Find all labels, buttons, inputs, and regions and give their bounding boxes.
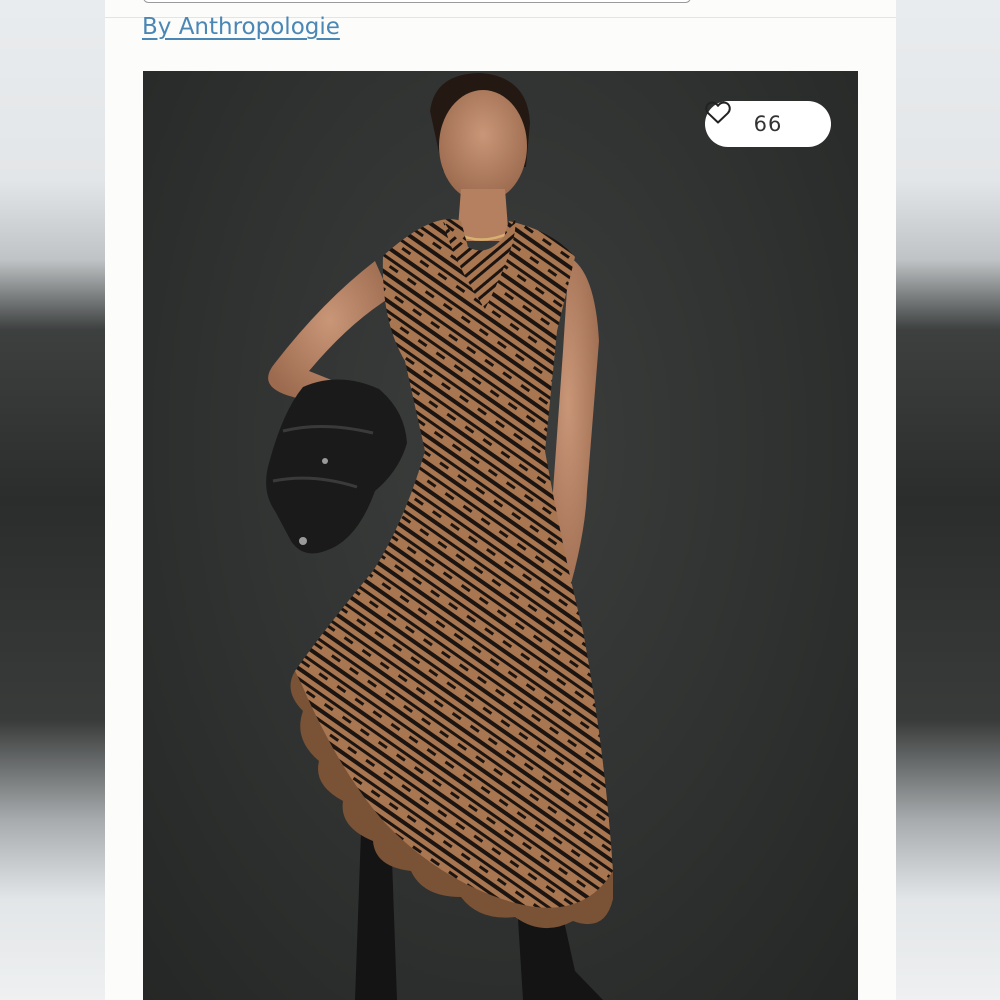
model-illustration — [266, 73, 613, 1000]
brand-link[interactable]: By Anthropologie — [142, 14, 340, 40]
like-button[interactable]: 66 — [705, 101, 831, 147]
heart-icon — [705, 101, 731, 124]
face — [439, 90, 527, 202]
product-photo[interactable]: 66 — [143, 71, 858, 1000]
left-blurred-backdrop — [0, 0, 105, 1000]
neck — [457, 189, 509, 241]
jacket-snap — [322, 458, 328, 464]
listing-page: By Anthropologie 66 — [105, 0, 896, 1000]
right-blurred-backdrop — [896, 0, 1000, 1000]
leather-jacket — [266, 379, 407, 554]
like-count: 66 — [753, 112, 783, 136]
jacket-snap — [299, 537, 307, 545]
search-field-edge[interactable] — [143, 0, 691, 3]
